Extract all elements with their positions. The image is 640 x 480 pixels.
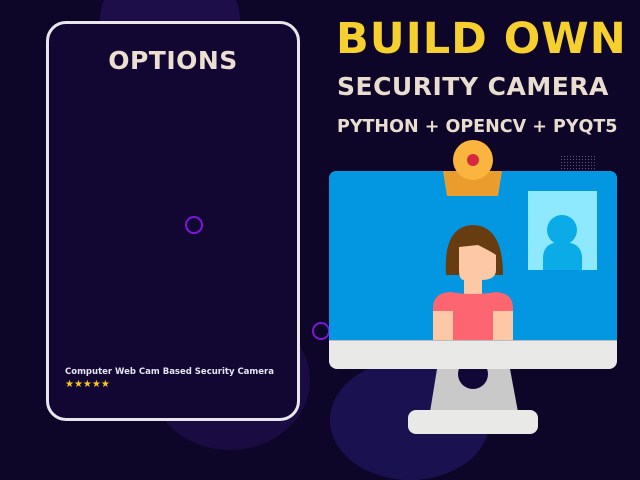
person-arm	[493, 311, 513, 340]
monitor-base	[408, 410, 538, 434]
contact-avatar-head	[547, 215, 577, 245]
dot-grid-decoration	[561, 156, 595, 170]
webcam-lens	[467, 154, 479, 166]
contact-avatar-body	[543, 242, 582, 270]
person-arm	[433, 311, 453, 340]
computer-illustration	[329, 140, 617, 434]
